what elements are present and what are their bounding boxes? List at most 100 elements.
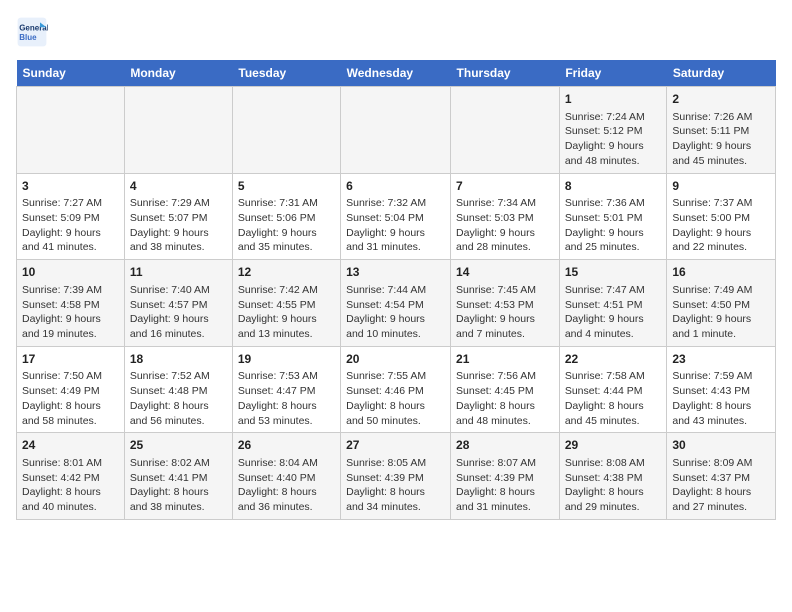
calendar-cell: 14 Sunrise: 7:45 AM Sunset: 4:53 PM Dayli… — [451, 260, 560, 347]
weekday-header-sunday: Sunday — [17, 60, 125, 87]
day-info: Sunrise: 7:45 AM Sunset: 4:53 PM Dayligh… — [456, 283, 554, 342]
day-info: Sunrise: 7:53 AM Sunset: 4:47 PM Dayligh… — [238, 369, 335, 428]
calendar-cell: 22Sunrise: 7:58 AM Sunset: 4:44 PM Dayli… — [559, 346, 667, 433]
calendar-cell: 13Sunrise: 7:44 AM Sunset: 4:54 PM Dayli… — [341, 260, 451, 347]
day-number: 30 — [672, 437, 770, 454]
calendar-cell: 7Sunrise: 7:34 AM Sunset: 5:03 PM Daylig… — [451, 173, 560, 260]
day-info: Sunrise: 7:47 AM Sunset: 4:51 PM Dayligh… — [565, 283, 662, 342]
day-info: Sunrise: 7:40 AM Sunset: 4:57 PM Dayligh… — [130, 283, 227, 342]
calendar-cell — [451, 87, 560, 174]
day-number: 23 — [672, 351, 770, 368]
day-number: 8 — [565, 178, 662, 195]
calendar-cell: 16 Sunrise: 7:49 AM Sunset: 4:50 PM Dayli… — [667, 260, 776, 347]
calendar-week-2: 3Sunrise: 7:27 AM Sunset: 5:09 PM Daylig… — [17, 173, 776, 260]
calendar-cell: 25Sunrise: 8:02 AM Sunset: 4:41 PM Dayli… — [124, 433, 232, 520]
day-info: Sunrise: 7:59 AM Sunset: 4:43 PM Dayligh… — [672, 369, 770, 428]
day-number: 26 — [238, 437, 335, 454]
day-number: 18 — [130, 351, 227, 368]
day-number: 2 — [672, 91, 770, 108]
day-info: Sunrise: 8:01 AM Sunset: 4:42 PM Dayligh… — [22, 456, 119, 515]
calendar-cell: 23Sunrise: 7:59 AM Sunset: 4:43 PM Dayli… — [667, 346, 776, 433]
weekday-header-tuesday: Tuesday — [232, 60, 340, 87]
day-number: 20 — [346, 351, 445, 368]
calendar-cell: 18Sunrise: 7:52 AM Sunset: 4:48 PM Dayli… — [124, 346, 232, 433]
day-info: Sunrise: 7:50 AM Sunset: 4:49 PM Dayligh… — [22, 369, 119, 428]
day-info: Sunrise: 8:05 AM Sunset: 4:39 PM Dayligh… — [346, 456, 445, 515]
day-number: 12 — [238, 264, 335, 281]
calendar-cell: 28 Sunrise: 8:07 AM Sunset: 4:39 PM Dayli… — [451, 433, 560, 520]
day-info: Sunrise: 7:26 AM Sunset: 5:11 PM Dayligh… — [672, 110, 770, 169]
calendar-cell: 6Sunrise: 7:32 AM Sunset: 5:04 PM Daylig… — [341, 173, 451, 260]
day-info: Sunrise: 7:29 AM Sunset: 5:07 PM Dayligh… — [130, 196, 227, 255]
svg-text:General: General — [19, 23, 48, 32]
weekday-header-row: SundayMondayTuesdayWednesdayThursdayFrid… — [17, 60, 776, 87]
day-info: Sunrise: 7:24 AM Sunset: 5:12 PM Dayligh… — [565, 110, 662, 169]
day-info: Sunrise: 7:27 AM Sunset: 5:09 PM Dayligh… — [22, 196, 119, 255]
day-info: Sunrise: 7:44 AM Sunset: 4:54 PM Dayligh… — [346, 283, 445, 342]
weekday-header-thursday: Thursday — [451, 60, 560, 87]
day-number: 25 — [130, 437, 227, 454]
day-info: Sunrise: 7:37 AM Sunset: 5:00 PM Dayligh… — [672, 196, 770, 255]
day-number: 14 — [456, 264, 554, 281]
day-number: 21 — [456, 351, 554, 368]
day-number: 10 — [22, 264, 119, 281]
day-number: 17 — [22, 351, 119, 368]
calendar-week-4: 17Sunrise: 7:50 AM Sunset: 4:49 PM Dayli… — [17, 346, 776, 433]
day-info: Sunrise: 8:04 AM Sunset: 4:40 PM Dayligh… — [238, 456, 335, 515]
calendar-cell: 29Sunrise: 8:08 AM Sunset: 4:38 PM Dayli… — [559, 433, 667, 520]
calendar-cell: 5Sunrise: 7:31 AM Sunset: 5:06 PM Daylig… — [232, 173, 340, 260]
calendar-cell: 4Sunrise: 7:29 AM Sunset: 5:07 PM Daylig… — [124, 173, 232, 260]
weekday-header-wednesday: Wednesday — [341, 60, 451, 87]
day-number: 7 — [456, 178, 554, 195]
day-number: 27 — [346, 437, 445, 454]
weekday-header-friday: Friday — [559, 60, 667, 87]
calendar-cell — [124, 87, 232, 174]
calendar-cell: 11 Sunrise: 7:40 AM Sunset: 4:57 PM Dayli… — [124, 260, 232, 347]
calendar-cell: 21Sunrise: 7:56 AM Sunset: 4:45 PM Dayli… — [451, 346, 560, 433]
calendar-cell: 1 Sunrise: 7:24 AM Sunset: 5:12 PM Daylig… — [559, 87, 667, 174]
calendar-cell — [341, 87, 451, 174]
day-number: 4 — [130, 178, 227, 195]
day-number: 11 — [130, 264, 227, 281]
calendar-cell: 10 Sunrise: 7:39 AM Sunset: 4:58 PM Dayli… — [17, 260, 125, 347]
calendar-cell: 3Sunrise: 7:27 AM Sunset: 5:09 PM Daylig… — [17, 173, 125, 260]
day-info: Sunrise: 7:31 AM Sunset: 5:06 PM Dayligh… — [238, 196, 335, 255]
day-info: Sunrise: 7:49 AM Sunset: 4:50 PM Dayligh… — [672, 283, 770, 342]
calendar-cell: 9Sunrise: 7:37 AM Sunset: 5:00 PM Daylig… — [667, 173, 776, 260]
calendar-cell: 26 Sunrise: 8:04 AM Sunset: 4:40 PM Dayli… — [232, 433, 340, 520]
day-info: Sunrise: 7:34 AM Sunset: 5:03 PM Dayligh… — [456, 196, 554, 255]
calendar-table: SundayMondayTuesdayWednesdayThursdayFrid… — [16, 60, 776, 520]
day-number: 28 — [456, 437, 554, 454]
calendar-cell: 27 Sunrise: 8:05 AM Sunset: 4:39 PM Dayli… — [341, 433, 451, 520]
day-info: Sunrise: 7:36 AM Sunset: 5:01 PM Dayligh… — [565, 196, 662, 255]
weekday-header-monday: Monday — [124, 60, 232, 87]
day-number: 9 — [672, 178, 770, 195]
day-info: Sunrise: 7:39 AM Sunset: 4:58 PM Dayligh… — [22, 283, 119, 342]
day-number: 3 — [22, 178, 119, 195]
day-number: 6 — [346, 178, 445, 195]
calendar-cell: 19Sunrise: 7:53 AM Sunset: 4:47 PM Dayli… — [232, 346, 340, 433]
calendar-cell — [232, 87, 340, 174]
calendar-cell — [17, 87, 125, 174]
page-header: General Blue — [16, 16, 776, 48]
day-number: 1 — [565, 91, 662, 108]
logo-icon: General Blue — [16, 16, 48, 48]
day-number: 24 — [22, 437, 119, 454]
svg-text:Blue: Blue — [19, 33, 37, 42]
day-info: Sunrise: 7:32 AM Sunset: 5:04 PM Dayligh… — [346, 196, 445, 255]
day-info: Sunrise: 8:07 AM Sunset: 4:39 PM Dayligh… — [456, 456, 554, 515]
calendar-week-3: 10 Sunrise: 7:39 AM Sunset: 4:58 PM Dayli… — [17, 260, 776, 347]
calendar-week-5: 24 Sunrise: 8:01 AM Sunset: 4:42 PM Dayli… — [17, 433, 776, 520]
calendar-cell: 15 Sunrise: 7:47 AM Sunset: 4:51 PM Dayli… — [559, 260, 667, 347]
calendar-cell: 2 Sunrise: 7:26 AM Sunset: 5:11 PM Daylig… — [667, 87, 776, 174]
day-number: 15 — [565, 264, 662, 281]
day-number: 5 — [238, 178, 335, 195]
calendar-cell: 24 Sunrise: 8:01 AM Sunset: 4:42 PM Dayli… — [17, 433, 125, 520]
calendar-cell: 30Sunrise: 8:09 AM Sunset: 4:37 PM Dayli… — [667, 433, 776, 520]
day-number: 29 — [565, 437, 662, 454]
day-number: 16 — [672, 264, 770, 281]
calendar-cell: 8Sunrise: 7:36 AM Sunset: 5:01 PM Daylig… — [559, 173, 667, 260]
day-number: 19 — [238, 351, 335, 368]
calendar-cell: 12Sunrise: 7:42 AM Sunset: 4:55 PM Dayli… — [232, 260, 340, 347]
weekday-header-saturday: Saturday — [667, 60, 776, 87]
